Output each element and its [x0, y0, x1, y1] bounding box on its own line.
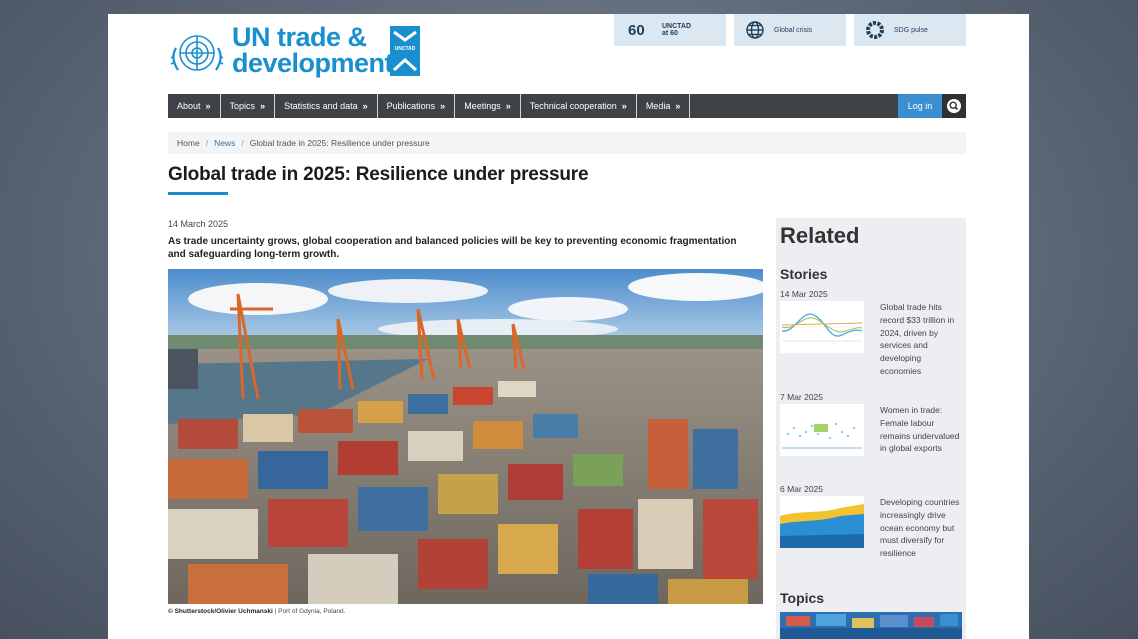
caption-credit: © Shutterstock/Olivier Uchmanski [168, 608, 273, 615]
story-thumbnail-scatter-chart [780, 404, 864, 456]
nav-item-about[interactable]: About » [168, 94, 221, 118]
nav-item-publications[interactable]: Publications » [378, 94, 456, 118]
double-chevron-icon: » [675, 101, 681, 111]
breadcrumb-home[interactable]: Home [177, 138, 200, 148]
stories-title: Stories [780, 266, 828, 282]
area-chart-thumbnail [780, 504, 864, 548]
globe-icon [746, 21, 764, 39]
nav-label: Statistics and data [284, 101, 358, 111]
topics-thumbnail[interactable] [780, 612, 962, 639]
search-icon [947, 99, 961, 113]
nav-label: Technical cooperation [529, 101, 617, 111]
nav-item-topics[interactable]: Topics » [221, 94, 276, 118]
port-photo [168, 269, 763, 604]
line-chart-thumbnail [781, 313, 863, 342]
story-date: 14 Mar 2025 [780, 289, 828, 299]
sdg-wheel-icon [866, 21, 884, 39]
double-chevron-icon: » [505, 101, 511, 111]
top-link-sdg-pulse[interactable]: SDG pulse [854, 14, 966, 46]
story-thumbnail-area-chart [780, 496, 864, 548]
hero-image-port [168, 269, 763, 604]
nav-label: Media [645, 101, 671, 111]
nav-item-statistics[interactable]: Statistics and data » [275, 94, 378, 118]
login-button[interactable]: Log in [898, 94, 942, 118]
nav-item-technical-cooperation[interactable]: Technical cooperation » [521, 94, 637, 118]
story-headline: Developing countries increasingly drive … [880, 497, 960, 559]
top-link-label: UNCTAD at 60 [662, 23, 692, 37]
article-date: 14 March 2025 [168, 219, 229, 229]
top-link-label: SDG pulse [894, 26, 928, 34]
breadcrumb: Home / News / Global trade in 2025: Resi… [168, 132, 966, 154]
double-chevron-icon: » [205, 101, 211, 111]
page-title: Global trade in 2025: Resilience under p… [168, 164, 589, 185]
topics-title: Topics [780, 590, 825, 606]
article-lead: As trade uncertainty grows, global coope… [168, 236, 737, 260]
unctad-logo[interactable]: UN trade & development UNCTAD [168, 24, 423, 80]
nav-label: About [177, 101, 201, 111]
unctad-mark: UNCTAD [390, 26, 420, 76]
story-date: 6 Mar 2025 [780, 484, 823, 494]
scatter-chart-thumbnail [782, 423, 862, 449]
unctad-mark-label: UNCTAD [394, 46, 416, 52]
top-link-global-crisis[interactable]: Global crisis [734, 14, 846, 46]
image-caption: © Shutterstock/Olivier Uchmanski | Port … [168, 608, 345, 615]
story-item[interactable]: 6 Mar 2025 Developing countries increasi… [780, 484, 964, 558]
story-headline: Women in trade: Female labour remains un… [880, 405, 960, 454]
nav-item-meetings[interactable]: Meetings » [455, 94, 521, 118]
related-sidebar: Related Stories 14 Mar 2025 Global trade… [776, 218, 966, 639]
story-thumbnail-line-chart [780, 301, 864, 353]
containers-thumbnail [780, 612, 962, 639]
top-link-label: Global crisis [774, 26, 813, 34]
story-date: 7 Mar 2025 [780, 392, 823, 402]
unctad60-icon: 60 [628, 22, 645, 39]
top-links: 60 UNCTAD at 60 Global crisis SDG pulse [614, 14, 966, 46]
logo-line-2: development [232, 48, 394, 78]
breadcrumb-news[interactable]: News [214, 138, 235, 148]
top-link-unctad60[interactable]: 60 UNCTAD at 60 [614, 14, 726, 46]
story-item[interactable]: 14 Mar 2025 Global trade hits record $33… [780, 289, 964, 376]
svg-text:60: 60 [628, 22, 645, 39]
double-chevron-icon: » [260, 101, 266, 111]
title-underline [168, 192, 228, 195]
nav-item-media[interactable]: Media » [637, 94, 691, 118]
story-item[interactable]: 7 Mar 2025 Women in trade: Female labour… [780, 392, 964, 456]
main-nav: About » Topics » Statistics and data » Publ… [168, 94, 966, 118]
double-chevron-icon: » [440, 101, 446, 111]
double-chevron-icon: » [362, 101, 368, 111]
double-chevron-icon: » [621, 101, 627, 111]
breadcrumb-separator: / [205, 138, 209, 148]
un-emblem-icon [170, 35, 224, 71]
nav-label: Meetings [464, 101, 501, 111]
nav-label: Publications [386, 101, 436, 111]
nav-label: Topics [229, 101, 256, 111]
logo-line-1: UN trade & [232, 22, 367, 52]
search-button[interactable] [942, 94, 966, 118]
related-title: Related [780, 223, 860, 248]
breadcrumb-separator: / [241, 138, 244, 148]
caption-text: Port of Gdynia, Poland. [278, 608, 346, 615]
breadcrumb-current: Global trade in 2025: Resilience under p… [249, 138, 430, 148]
web-page: UN trade & development UNCTAD 60 UNCTAD … [108, 14, 1029, 639]
logo-wordmark: UN trade & development [232, 22, 394, 78]
story-headline: Global trade hits record $33 trillion in… [880, 302, 955, 376]
